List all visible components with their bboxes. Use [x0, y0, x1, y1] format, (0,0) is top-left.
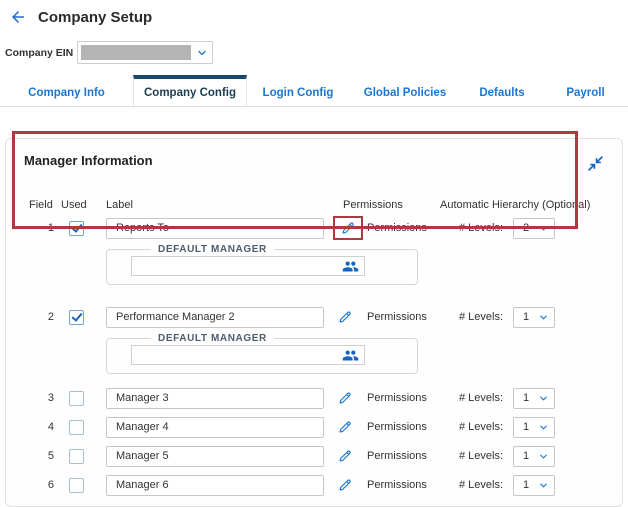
manager-row-2: 2 Permissions # Levels: 1 — [24, 305, 604, 329]
permissions-link[interactable]: Permissions — [367, 311, 447, 323]
label-input[interactable] — [106, 218, 324, 239]
default-manager-fieldset: DEFAULT MANAGER — [106, 333, 418, 374]
tab-company-info[interactable]: Company Info — [0, 75, 133, 106]
levels-select[interactable]: 1 — [513, 307, 555, 328]
permissions-link[interactable]: Permissions — [367, 479, 447, 491]
label-input[interactable] — [106, 388, 324, 409]
chevron-down-icon — [196, 47, 208, 59]
column-header-field: Field — [24, 199, 61, 211]
manager-row-3: 3 Permissions # Levels: 1 — [24, 386, 604, 410]
label-input[interactable] — [106, 446, 324, 467]
tab-login-config[interactable]: Login Config — [247, 75, 349, 106]
levels-value: 1 — [523, 450, 529, 462]
column-header-label: Label — [106, 199, 324, 211]
column-headers: Field Used Label Permissions Automatic H… — [24, 199, 604, 211]
manager-row-6: 6 Permissions # Levels: 1 — [24, 473, 604, 497]
manager-row-4: 4 Permissions # Levels: 1 — [24, 415, 604, 439]
manager-information-card: Manager Information Field Used Label Per… — [5, 138, 623, 507]
people-lookup-icon[interactable] — [342, 258, 359, 275]
permissions-link[interactable]: Permissions — [367, 392, 447, 404]
edit-permissions-button[interactable] — [333, 216, 363, 240]
levels-select[interactable]: 1 — [513, 417, 555, 438]
section-title: Manager Information — [24, 153, 153, 168]
default-manager-legend: DEFAULT MANAGER — [151, 244, 274, 255]
company-ein-label: Company EIN — [5, 47, 77, 59]
redacted-ein-value — [81, 45, 191, 60]
back-arrow-icon[interactable] — [9, 8, 27, 26]
levels-label: # Levels: — [455, 392, 503, 404]
levels-value: 2 — [523, 222, 529, 234]
company-ein-row: Company EIN — [5, 41, 628, 64]
manager-row-1: 1 Permissions # Levels: 2 — [24, 216, 604, 240]
levels-select[interactable]: 1 — [513, 446, 555, 467]
permissions-link[interactable]: Permissions — [367, 421, 447, 433]
people-lookup-icon[interactable] — [342, 347, 359, 364]
levels-select[interactable]: 1 — [513, 388, 555, 409]
pencil-icon — [337, 477, 353, 493]
tab-bar: Company Info Company Config Login Config… — [0, 75, 628, 107]
pencil-icon — [337, 448, 353, 464]
chevron-down-icon — [538, 312, 549, 323]
used-checkbox[interactable] — [69, 478, 84, 493]
used-checkbox[interactable] — [69, 221, 84, 236]
chevron-down-icon — [538, 223, 549, 234]
edit-permissions-button[interactable] — [333, 445, 357, 467]
default-manager-legend: DEFAULT MANAGER — [151, 333, 274, 344]
page-header: Company Setup — [0, 0, 628, 26]
page-title: Company Setup — [38, 9, 152, 26]
default-manager-fieldset: DEFAULT MANAGER — [106, 244, 418, 285]
permissions-link[interactable]: Permissions — [367, 450, 447, 462]
edit-permissions-button[interactable] — [333, 387, 357, 409]
company-ein-select[interactable] — [77, 41, 213, 64]
edit-permissions-button[interactable] — [333, 416, 357, 438]
pencil-icon — [337, 419, 353, 435]
used-checkbox[interactable] — [69, 420, 84, 435]
chevron-down-icon — [538, 393, 549, 404]
edit-permissions-button[interactable] — [333, 306, 357, 328]
levels-label: # Levels: — [455, 450, 503, 462]
used-checkbox[interactable] — [69, 391, 84, 406]
levels-label: # Levels: — [455, 479, 503, 491]
levels-label: # Levels: — [455, 421, 503, 433]
used-checkbox[interactable] — [69, 310, 84, 325]
used-checkbox[interactable] — [69, 449, 84, 464]
pencil-icon — [340, 220, 356, 236]
tab-company-config[interactable]: Company Config — [133, 75, 247, 106]
levels-value: 1 — [523, 421, 529, 433]
field-number: 1 — [24, 222, 54, 234]
levels-value: 1 — [523, 479, 529, 491]
levels-label: # Levels: — [455, 222, 503, 234]
default-manager-input[interactable] — [131, 256, 365, 276]
tab-payroll[interactable]: Payroll — [543, 75, 628, 106]
collapse-icon[interactable] — [587, 155, 604, 172]
manager-row-5: 5 Permissions # Levels: 1 — [24, 444, 604, 468]
field-number: 5 — [24, 450, 54, 462]
chevron-down-icon — [538, 422, 549, 433]
default-manager-input[interactable] — [131, 345, 365, 365]
levels-value: 1 — [523, 311, 529, 323]
levels-select[interactable]: 2 — [513, 218, 555, 239]
column-header-used: Used — [61, 199, 106, 211]
tab-defaults[interactable]: Defaults — [461, 75, 543, 106]
field-number: 4 — [24, 421, 54, 433]
field-number: 2 — [24, 311, 54, 323]
column-header-hierarchy: Automatic Hierarchy (Optional) — [440, 199, 590, 211]
label-input[interactable] — [106, 417, 324, 438]
pencil-icon — [337, 390, 353, 406]
label-input[interactable] — [106, 307, 324, 328]
levels-label: # Levels: — [455, 311, 503, 323]
pencil-icon — [337, 309, 353, 325]
chevron-down-icon — [538, 480, 549, 491]
permissions-link[interactable]: Permissions — [367, 222, 447, 234]
field-number: 3 — [24, 392, 54, 404]
label-input[interactable] — [106, 475, 324, 496]
levels-select[interactable]: 1 — [513, 475, 555, 496]
levels-value: 1 — [523, 392, 529, 404]
chevron-down-icon — [538, 451, 549, 462]
tab-global-policies[interactable]: Global Policies — [349, 75, 461, 106]
column-header-permissions: Permissions — [343, 199, 433, 211]
field-number: 6 — [24, 479, 54, 491]
edit-permissions-button[interactable] — [333, 474, 357, 496]
